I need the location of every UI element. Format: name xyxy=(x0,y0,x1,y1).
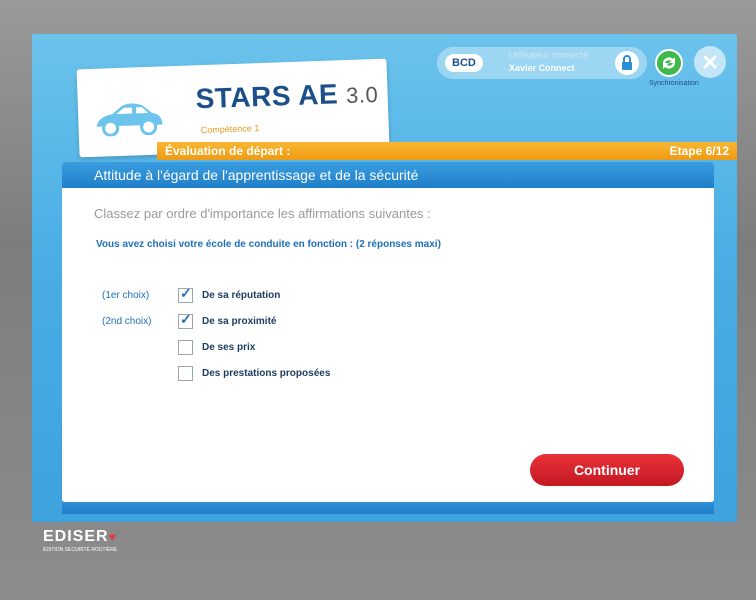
app-subtitle: Compétence 1 xyxy=(200,123,260,136)
question-panel: Attitude à l'égard de l'apprentissage et… xyxy=(62,162,714,502)
user-panel: BCD Utilisateur connecté Xavier Connect xyxy=(437,47,647,79)
stage-title: Évaluation de départ : xyxy=(165,144,291,158)
app-title: STARS AE 3.0 xyxy=(195,77,379,115)
question-text: Vous avez choisi votre école de conduite… xyxy=(96,239,441,250)
lock-icon[interactable] xyxy=(615,51,639,75)
bcd-badge[interactable]: BCD xyxy=(445,54,483,72)
app-name: STARS AE xyxy=(195,78,339,115)
option-checkbox[interactable]: ✓ xyxy=(178,285,193,303)
user-status: Utilisateur connecté xyxy=(509,50,589,60)
option-checkbox[interactable] xyxy=(178,340,193,355)
car-icon xyxy=(96,103,163,137)
brand-logo: EDISER♥ xyxy=(43,528,117,546)
app-screen: STARS AE 3.0 Compétence 1 BCD Utilisateur… xyxy=(32,34,737,522)
option-rank: (2nd choix) xyxy=(102,316,152,327)
user-name: Xavier Connect xyxy=(509,63,575,73)
option-label: Des prestations proposées xyxy=(202,368,331,379)
option-checkbox[interactable]: ✓ xyxy=(178,311,193,329)
stage-step: Etape 6/12 xyxy=(669,144,729,158)
heart-icon: ♥ xyxy=(108,530,117,544)
continue-button[interactable]: Continuer xyxy=(530,454,684,486)
checkmark-icon: ✓ xyxy=(180,311,192,327)
brand-tagline: ÉDITION SÉCURITÉ ROUTIÈRE xyxy=(43,547,118,553)
option-label: De sa réputation xyxy=(202,290,281,301)
option-label: De sa proximité xyxy=(202,316,277,327)
panel-footer-bar xyxy=(62,502,714,514)
sync-icon[interactable] xyxy=(655,49,683,77)
option-label: De ses prix xyxy=(202,342,256,353)
instruction-text: Classez par ordre d'importance les affir… xyxy=(94,206,431,221)
close-icon[interactable] xyxy=(694,46,726,78)
stage-bar: Évaluation de départ : Etape 6/12 xyxy=(157,142,737,160)
app-version: 3.0 xyxy=(345,81,379,109)
brand-name: EDISER xyxy=(43,528,109,545)
checkmark-icon: ✓ xyxy=(180,285,192,301)
sync-label: Synchronisation xyxy=(649,80,699,87)
panel-heading: Attitude à l'égard de l'apprentissage et… xyxy=(62,162,714,188)
option-checkbox[interactable] xyxy=(178,366,193,381)
option-rank: (1er choix) xyxy=(102,290,150,301)
